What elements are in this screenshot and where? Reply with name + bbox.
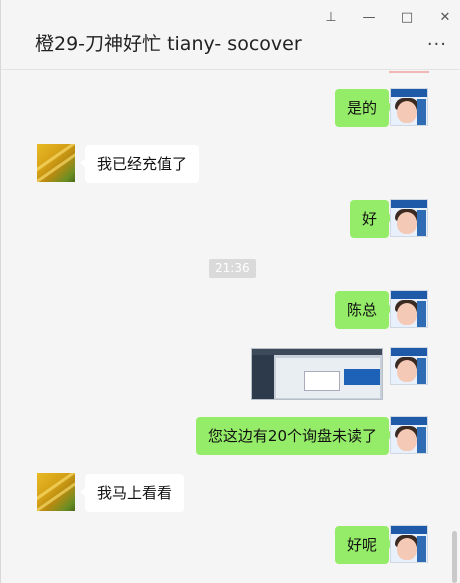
- my-avatar[interactable]: [390, 290, 428, 328]
- my-avatar[interactable]: [390, 199, 428, 237]
- message-bubble-contact[interactable]: 我马上看看: [79, 474, 185, 512]
- previous-message-edge: [389, 71, 429, 73]
- avatar-face: [397, 538, 417, 560]
- avatar-bar: [417, 358, 426, 384]
- avatar-bar: [417, 99, 426, 125]
- close-icon[interactable]: ✕: [433, 8, 457, 28]
- message-bubble-contact[interactable]: 我已经充值了: [79, 145, 200, 183]
- message-list[interactable]: 是的 我已经充值了 好 21:36 陈总 您这边有20个询盘未读了 我马上看看 …: [1, 71, 460, 583]
- message-image[interactable]: [251, 348, 383, 400]
- avatar-bar: [417, 210, 426, 236]
- avatar-banner: [391, 89, 427, 97]
- my-avatar[interactable]: [390, 525, 428, 563]
- avatar-bar: [417, 536, 426, 562]
- message-bubble-mine[interactable]: 好: [349, 200, 395, 238]
- message-bubble-mine[interactable]: 是的: [334, 89, 395, 127]
- minimize-icon[interactable]: —: [357, 8, 381, 28]
- avatar-face: [397, 360, 417, 382]
- message-bubble-mine[interactable]: 陈总: [334, 291, 395, 329]
- avatar-face: [397, 212, 417, 234]
- chat-header: ⊥ — □ ✕ 橙29-刀神好忙 tiany- socover ···: [1, 0, 460, 70]
- my-avatar[interactable]: [390, 347, 428, 385]
- message-bubble-mine[interactable]: 好呢: [334, 526, 395, 564]
- contact-avatar[interactable]: [37, 473, 75, 511]
- avatar-banner: [391, 417, 427, 425]
- timestamp: 21:36: [209, 259, 256, 278]
- message-bubble-mine[interactable]: 您这边有20个询盘未读了: [195, 417, 395, 455]
- image-dialog: [304, 371, 340, 391]
- image-sidebar: [252, 355, 274, 399]
- chat-window: ⊥ — □ ✕ 橙29-刀神好忙 tiany- socover ··· 是的 我…: [0, 0, 460, 583]
- more-icon[interactable]: ···: [427, 36, 447, 54]
- contact-avatar[interactable]: [37, 144, 75, 182]
- my-avatar[interactable]: [390, 416, 428, 454]
- image-banner: [344, 369, 380, 385]
- chat-title: 橙29-刀神好忙 tiany- socover: [35, 33, 302, 55]
- avatar-bar: [417, 301, 426, 327]
- avatar-banner: [391, 526, 427, 534]
- maximize-icon[interactable]: □: [395, 8, 419, 28]
- avatar-banner: [391, 348, 427, 356]
- avatar-bar: [417, 427, 426, 453]
- avatar-banner: [391, 291, 427, 299]
- pin-icon[interactable]: ⊥: [319, 8, 343, 28]
- avatar-face: [397, 429, 417, 451]
- my-avatar[interactable]: [390, 88, 428, 126]
- avatar-banner: [391, 200, 427, 208]
- scrollbar[interactable]: [452, 531, 457, 583]
- avatar-face: [397, 101, 417, 123]
- avatar-face: [397, 303, 417, 325]
